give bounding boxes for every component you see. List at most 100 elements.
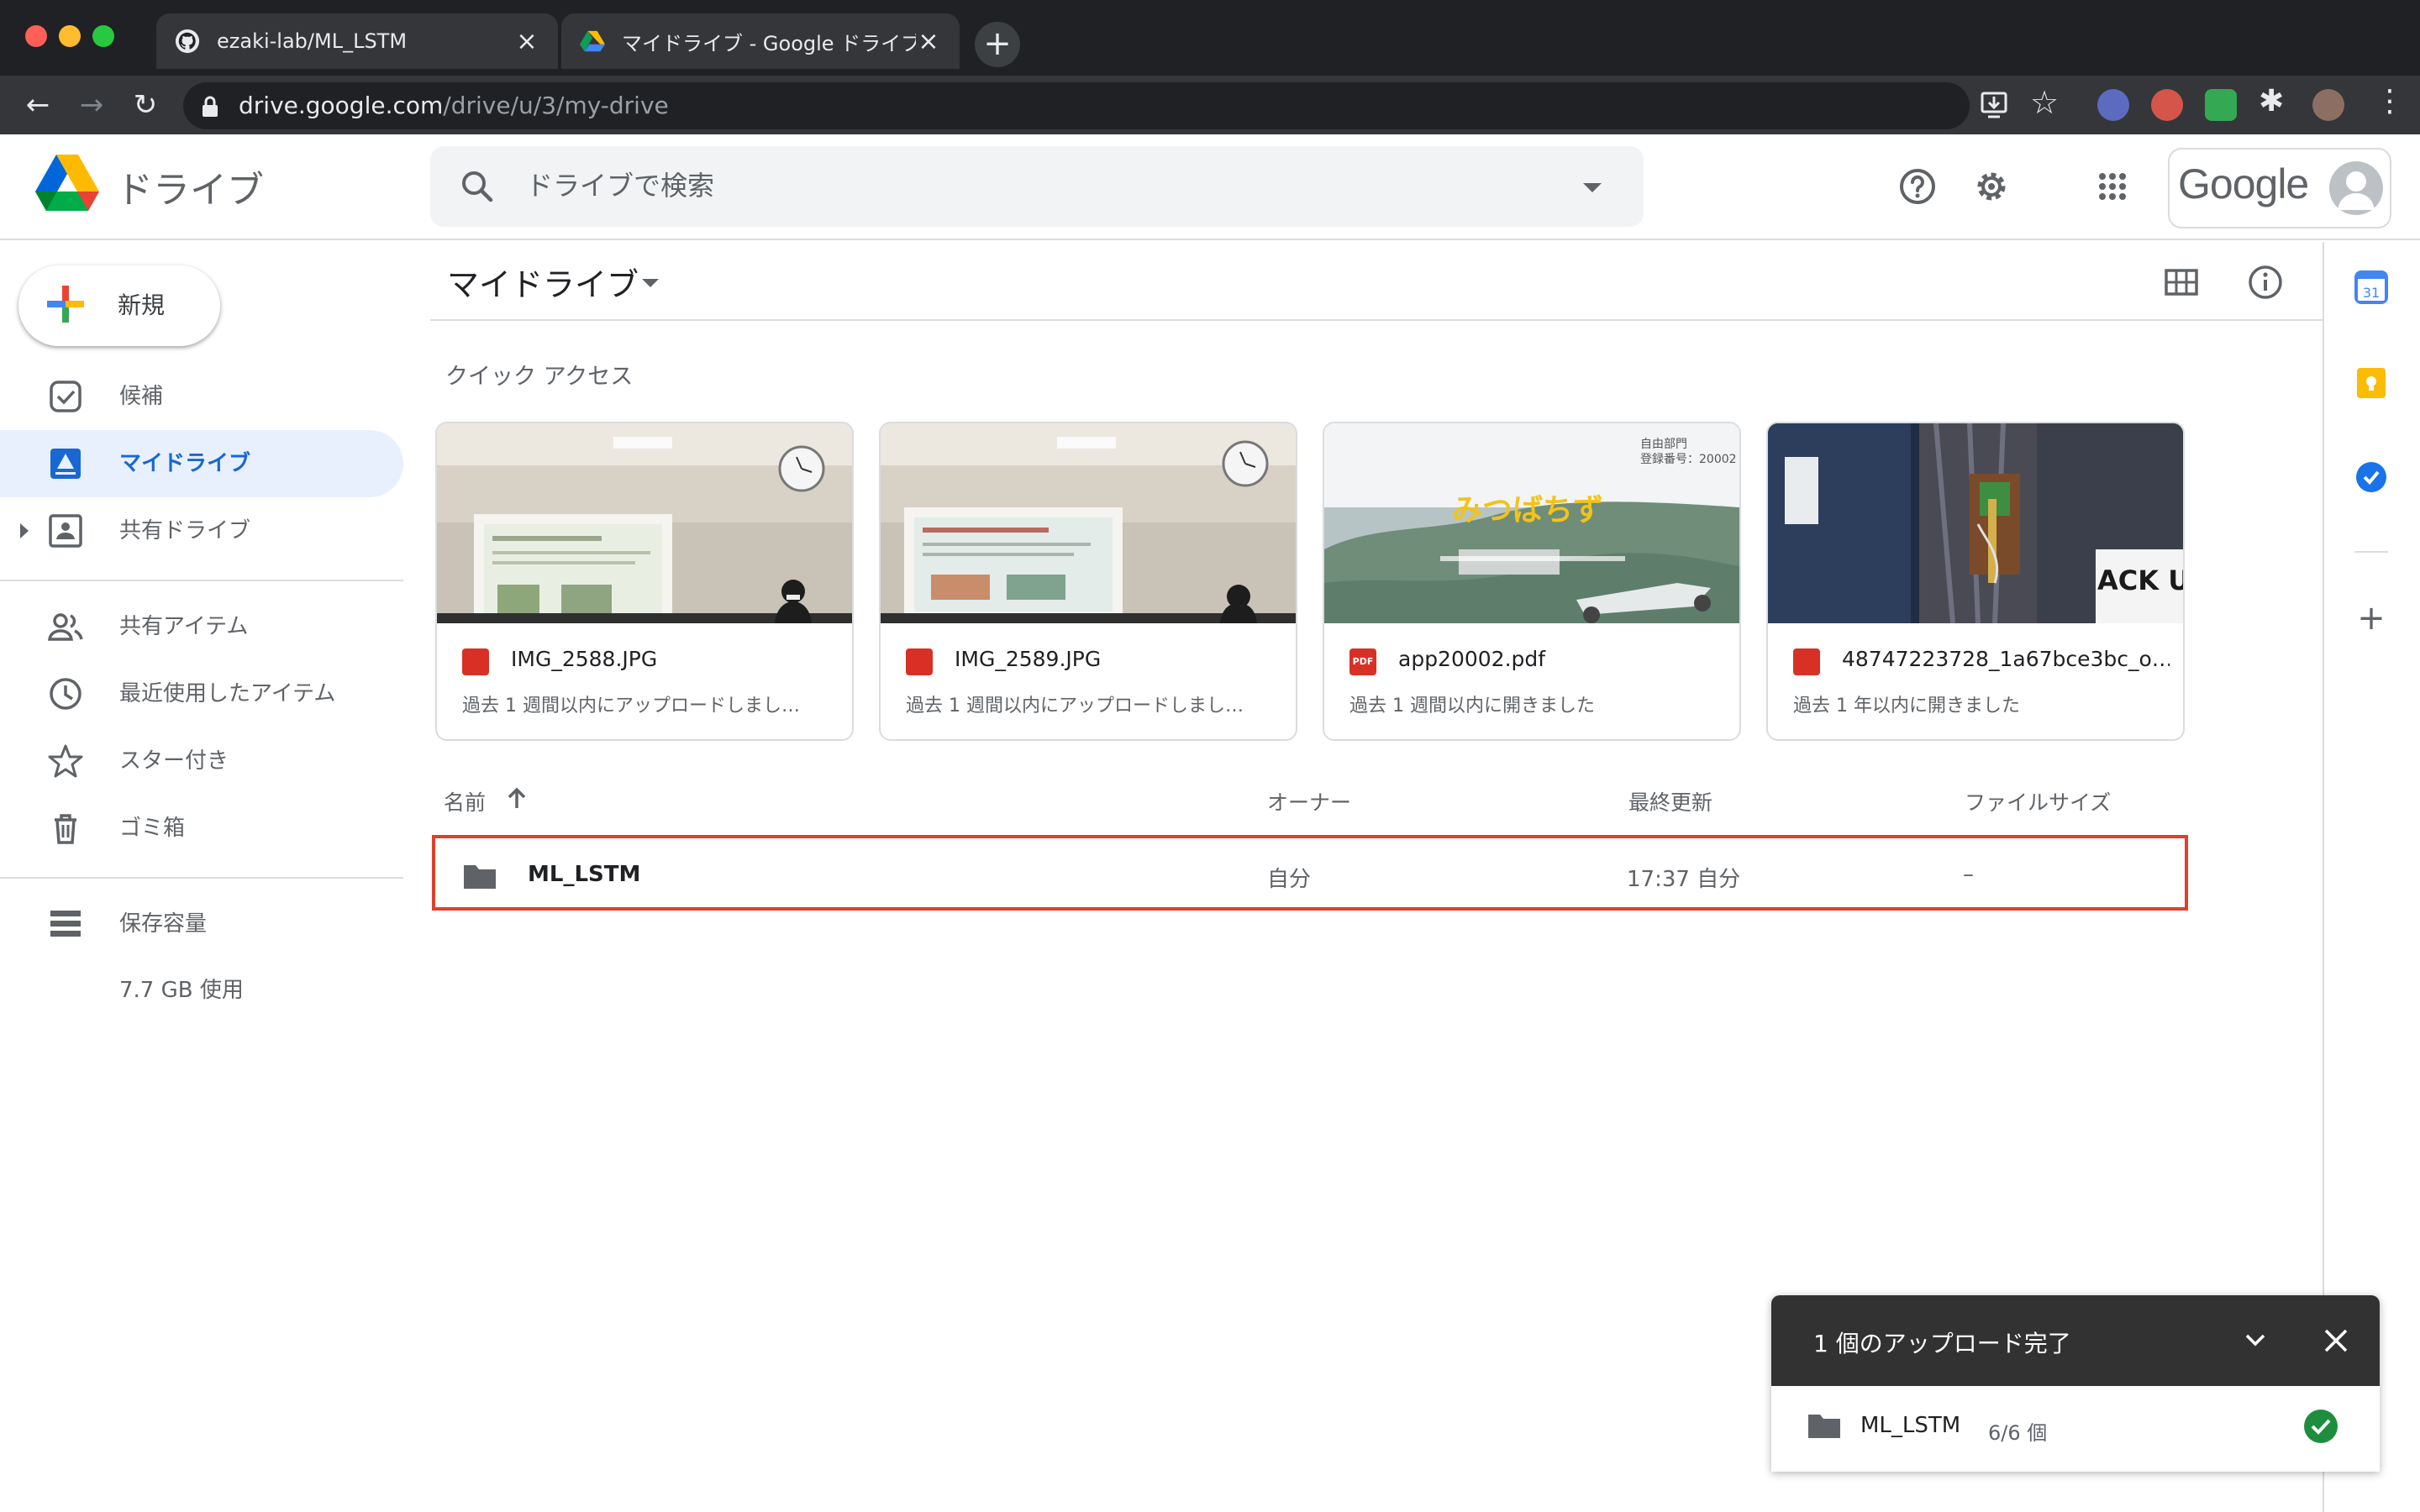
bookmark-star-icon[interactable]: ☆ bbox=[2030, 84, 2059, 121]
google-drive-icon bbox=[580, 30, 605, 52]
check-box-icon bbox=[50, 381, 82, 412]
tab-title: マイドライブ - Google ドライブ bbox=[622, 31, 916, 55]
quick-access-card[interactable]: IMG_2589.JPG 過去 1 週間以内にアップロードしまし… bbox=[879, 422, 1297, 741]
app-title: ドライブ bbox=[116, 169, 264, 212]
install-icon[interactable] bbox=[1978, 89, 2010, 121]
quick-access-card[interactable]: IMG_2588.JPG 過去 1 週間以内にアップロードしまし… bbox=[435, 422, 854, 741]
sidebar-item-my-drive[interactable]: マイドライブ bbox=[0, 430, 403, 497]
star-icon bbox=[48, 744, 83, 778]
quick-access-title: クイック アクセス bbox=[445, 364, 634, 390]
extensions-puzzle-icon[interactable]: ✱ bbox=[2259, 84, 2284, 118]
column-header-name[interactable]: 名前 bbox=[444, 786, 486, 816]
image-file-icon bbox=[1793, 648, 1820, 675]
google-drive-logo[interactable] bbox=[35, 155, 99, 212]
get-add-ons-plus-icon[interactable]: + bbox=[2354, 601, 2388, 635]
url-text[interactable]: drive.google.com/drive/u/3/my-drive bbox=[239, 89, 669, 123]
file-modified: 17:37 自分 bbox=[1627, 867, 1741, 892]
extension-green-icon[interactable] bbox=[2205, 89, 2237, 121]
close-tab-icon[interactable]: × bbox=[514, 27, 539, 56]
search-options-icon[interactable] bbox=[1583, 183, 1602, 192]
quick-access-reason: 過去 1 週間以内にアップロードしまし… bbox=[906, 696, 1244, 717]
quick-access-name: IMG_2588.JPG bbox=[511, 647, 658, 671]
header-divider bbox=[430, 319, 2323, 321]
column-header-modified[interactable]: 最終更新 bbox=[1628, 786, 1712, 816]
pdf-file-icon: PDF bbox=[1349, 648, 1376, 675]
sidebar-item-label: マイドライブ bbox=[119, 451, 251, 476]
grid-view-icon[interactable] bbox=[2163, 265, 2200, 299]
quick-access-name: 48747223728_1a67bce3bc_o… bbox=[1842, 647, 2170, 671]
chevron-down-icon[interactable] bbox=[2238, 1326, 2272, 1356]
sort-ascending-icon[interactable] bbox=[502, 785, 531, 813]
title-dropdown-icon[interactable] bbox=[642, 279, 659, 287]
back-icon[interactable]: ← bbox=[17, 84, 59, 126]
sidebar-divider bbox=[0, 877, 403, 879]
pdf-thumbnail-title: みつばちず bbox=[1452, 493, 1604, 528]
folder-icon bbox=[1808, 1415, 1840, 1438]
quick-access-reason: 過去 1 週間以内にアップロードしまし… bbox=[462, 696, 800, 717]
trash-icon bbox=[55, 814, 76, 844]
sidebar-item-suggested[interactable]: 候補 bbox=[0, 363, 403, 430]
reload-icon[interactable]: ↻ bbox=[124, 84, 166, 126]
quick-access-reason: 過去 1 年以内に開きました bbox=[1793, 696, 2020, 717]
github-icon bbox=[175, 29, 200, 54]
close-window-button[interactable] bbox=[25, 25, 47, 47]
page-title[interactable]: マイドライブ bbox=[447, 259, 639, 305]
column-header-size[interactable]: ファイルサイズ bbox=[1965, 786, 2111, 816]
minimize-window-button[interactable] bbox=[59, 25, 81, 47]
file-size: – bbox=[1963, 862, 1974, 887]
extension-check-icon[interactable] bbox=[2097, 89, 2129, 121]
quick-access-name: app20002.pdf bbox=[1398, 647, 1546, 671]
new-tab-button[interactable]: + bbox=[975, 22, 1020, 67]
browser-menu-icon[interactable]: ⋮ bbox=[2375, 84, 2405, 118]
column-header-owner[interactable]: オーナー bbox=[1267, 786, 1351, 816]
storage-icon bbox=[50, 911, 81, 937]
folder-icon bbox=[464, 865, 496, 889]
calendar-icon[interactable]: 31 bbox=[2354, 270, 2388, 304]
forward-icon[interactable]: → bbox=[71, 84, 113, 126]
profile-avatar-icon[interactable] bbox=[2312, 89, 2344, 121]
sidebar-item-label: ゴミ箱 bbox=[119, 816, 186, 841]
sidebar-item-shared-with-me[interactable]: 共有アイテム bbox=[0, 593, 403, 660]
image-thumbnail bbox=[881, 423, 1296, 623]
apps-grid-icon[interactable] bbox=[2089, 163, 2136, 210]
search-input[interactable]: ドライブで検索 bbox=[526, 165, 714, 207]
quick-access-card[interactable]: ACK U 48747223728_1a67bce3bc_o… 過去 1 年以内… bbox=[1766, 422, 2185, 741]
sidebar-item-label: 共有ドライブ bbox=[119, 518, 251, 543]
close-tab-icon[interactable]: × bbox=[916, 27, 941, 56]
tab-title: ezaki-lab/ML_LSTM bbox=[217, 29, 408, 53]
file-owner: 自分 bbox=[1267, 867, 1312, 892]
sidebar-item-recent[interactable]: 最近使用したアイテム bbox=[0, 660, 403, 727]
new-button-label: 新規 bbox=[118, 291, 166, 319]
sidebar-item-starred[interactable]: スター付き bbox=[0, 727, 403, 795]
shared-drives-icon bbox=[49, 514, 82, 548]
tasks-icon[interactable] bbox=[2354, 460, 2388, 494]
svg-text:31: 31 bbox=[2363, 285, 2380, 301]
help-icon[interactable] bbox=[1894, 163, 1941, 210]
google-wordmark: Google bbox=[2178, 160, 2309, 207]
sidebar-item-label: 候補 bbox=[119, 384, 164, 409]
side-panel-separator bbox=[2354, 551, 2388, 553]
close-icon[interactable] bbox=[2319, 1324, 2353, 1357]
extension-glasses-icon[interactable] bbox=[2151, 89, 2183, 121]
sidebar-item-trash[interactable]: ゴミ箱 bbox=[0, 795, 403, 862]
sidebar-item-label: 最近使用したアイテム bbox=[119, 681, 336, 706]
image-file-icon bbox=[462, 648, 489, 675]
browser-tab-google-drive[interactable]: マイドライブ - Google ドライブ × bbox=[561, 13, 960, 69]
upload-item-name[interactable]: ML_LSTM bbox=[1860, 1413, 1960, 1438]
check-circle-icon bbox=[2304, 1410, 2338, 1443]
my-drive-icon bbox=[50, 449, 81, 479]
search-icon[interactable] bbox=[457, 166, 497, 207]
sidebar-item-shared-drives[interactable]: 共有ドライブ bbox=[0, 497, 403, 564]
quick-access-card[interactable]: みつばちず 自由部門 登録番号：20002 PDF app20002.pdf 過… bbox=[1323, 422, 1741, 741]
lock-icon bbox=[203, 96, 218, 117]
sidebar-item-label: スター付き bbox=[119, 748, 229, 774]
people-icon bbox=[47, 613, 83, 641]
file-name[interactable]: ML_LSTM bbox=[528, 862, 640, 887]
info-icon[interactable] bbox=[2244, 260, 2287, 304]
sidebar-item-storage[interactable]: 保存容量 bbox=[0, 890, 403, 958]
browser-tab-github[interactable]: ezaki-lab/ML_LSTM × bbox=[156, 13, 558, 69]
keep-icon[interactable] bbox=[2354, 366, 2388, 400]
zoom-window-button[interactable] bbox=[92, 25, 114, 47]
account-avatar[interactable] bbox=[2329, 161, 2383, 215]
settings-gear-icon[interactable] bbox=[1968, 163, 2015, 210]
